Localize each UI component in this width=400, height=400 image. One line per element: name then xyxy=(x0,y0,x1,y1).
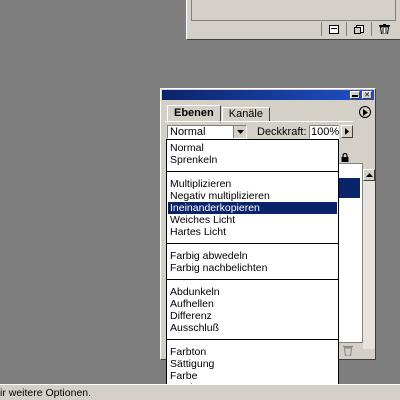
new-item-button[interactable] xyxy=(346,22,371,36)
minimize-icon xyxy=(352,95,358,97)
blend-mode-option[interactable]: Sättigung xyxy=(168,358,337,370)
menu-separator xyxy=(167,243,338,244)
blend-mode-option[interactable]: Hartes Licht xyxy=(168,226,337,238)
lock-icon[interactable] xyxy=(341,153,349,162)
new-item-icon xyxy=(354,24,364,34)
palette-tabs: Ebenen Kanäle xyxy=(167,105,271,123)
blend-mode-option[interactable]: Sprenkeln xyxy=(168,154,337,166)
tab-kanaele[interactable]: Kanäle xyxy=(221,107,270,122)
close-icon: ✕ xyxy=(364,92,370,99)
blend-mode-option[interactable]: Aufhellen xyxy=(168,298,337,310)
blend-mode-option[interactable]: Farbe xyxy=(168,370,337,382)
blend-mode-option[interactable]: Ausschluß xyxy=(168,322,337,334)
blend-mode-select[interactable]: Normal xyxy=(167,125,247,139)
menu-separator xyxy=(167,171,338,172)
swatches-palette xyxy=(186,0,400,40)
blend-mode-option[interactable]: Farbig abwedeln xyxy=(168,250,337,262)
palette-titlebar[interactable]: ✕ xyxy=(162,90,374,100)
opacity-input[interactable]: 100% xyxy=(309,125,339,139)
close-button[interactable]: ✕ xyxy=(362,91,372,99)
blend-mode-option[interactable]: Multiplizieren xyxy=(168,178,337,190)
scroll-up-button[interactable] xyxy=(363,169,375,181)
chevron-down-icon[interactable] xyxy=(233,126,246,138)
blend-mode-value: Normal xyxy=(170,126,206,138)
new-set-icon xyxy=(329,24,339,34)
blend-mode-dropdown[interactable]: Normal Sprenkeln Multiplizieren Negativ mul… xyxy=(166,139,339,394)
blend-mode-option[interactable]: Negativ multiplizieren xyxy=(168,190,337,202)
layer-list-scrollbar[interactable] xyxy=(363,169,375,349)
play-arrow-icon xyxy=(363,108,368,116)
menu-separator xyxy=(167,339,338,340)
trash-icon xyxy=(378,24,390,34)
blend-mode-option[interactable]: Weiches Licht xyxy=(168,214,337,226)
blend-mode-option[interactable]: Normal xyxy=(168,142,337,154)
status-bar: ir weitere Optionen. xyxy=(0,384,400,400)
blend-mode-option[interactable]: Farbig nachbelichten xyxy=(168,262,337,274)
opacity-label: Deckkraft: xyxy=(257,126,307,138)
minimize-button[interactable] xyxy=(350,91,360,99)
delete-button[interactable] xyxy=(371,22,396,36)
blend-mode-option[interactable]: Differenz xyxy=(168,310,337,322)
new-set-button[interactable] xyxy=(321,22,346,36)
menu-separator xyxy=(167,279,338,280)
chevron-up-icon xyxy=(365,173,373,177)
trash-icon[interactable] xyxy=(343,345,353,356)
opacity-slider-button[interactable] xyxy=(341,125,353,138)
palette-menu-button[interactable] xyxy=(359,106,371,118)
blend-mode-option[interactable]: Ineinanderkopieren xyxy=(168,202,337,214)
tab-divider xyxy=(165,121,353,122)
palette-button-row xyxy=(321,22,396,36)
blend-mode-option[interactable]: Abdunkeln xyxy=(168,286,337,298)
palette-content-area xyxy=(191,0,396,21)
blend-mode-option[interactable]: Farbton xyxy=(168,346,337,358)
status-text: ir weitere Optionen. xyxy=(0,387,92,399)
play-arrow-icon xyxy=(345,128,349,135)
